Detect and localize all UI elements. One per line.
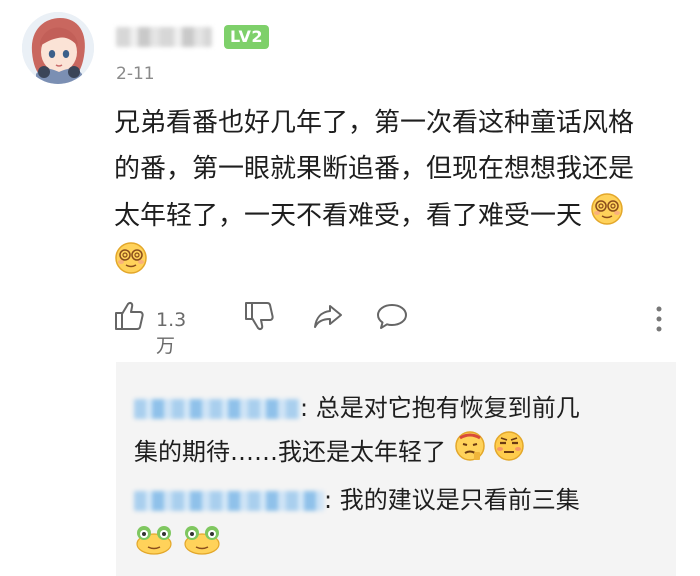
frog-face-emoji (134, 524, 174, 570)
reply-2-text: : 我的建议是只看前三集 (324, 486, 580, 514)
reply-icon[interactable] (376, 300, 408, 336)
like-count: 1.3万 (156, 309, 187, 357)
reply-section[interactable]: : 总是对它抱有恢复到前几 集的期待……我还是太年轻了 : 我的建议是只看前三集 (116, 362, 676, 576)
level-badge: LV2 (224, 25, 270, 49)
comment-date: 2-11 (116, 64, 155, 84)
reply-2-username-blurred[interactable] (134, 491, 324, 511)
thumbs-up-icon[interactable] (114, 300, 144, 336)
avatar-illustration (22, 12, 94, 84)
reply-1-text: : 总是对它抱有恢复到前几 (300, 394, 580, 422)
comment-text: 兄弟看番也好几年了，第一次看这种童话风格的番，第一眼就果断追番，但现在想想我还是… (114, 108, 635, 231)
dizzy-face-emoji (114, 241, 148, 290)
reply-1-line-2: 集的期待……我还是太年轻了 (134, 430, 525, 476)
comment-body: 兄弟看番也好几年了，第一次看这种童话风格的番，第一眼就果断追番，但现在想想我还是… (114, 100, 654, 290)
avatar[interactable] (22, 12, 94, 84)
thumbs-down-icon[interactable] (244, 300, 274, 336)
reply-1-username-blurred[interactable] (134, 399, 300, 419)
reply-2-emoji-line (134, 524, 222, 570)
sweating-face-emoji (454, 430, 486, 476)
reply-1-text-cont: 集的期待……我还是太年轻了 (134, 438, 446, 466)
frog-face-emoji (182, 524, 222, 570)
username-blurred[interactable] (116, 27, 212, 47)
share-icon[interactable] (312, 300, 344, 336)
dizzy-face-emoji (590, 192, 624, 241)
reply-1-line-1: : 总是对它抱有恢复到前几 (134, 386, 580, 430)
annoyed-face-emoji (493, 430, 525, 476)
reply-2-line-1: : 我的建议是只看前三集 (134, 478, 580, 522)
more-vertical-icon[interactable] (654, 305, 664, 337)
